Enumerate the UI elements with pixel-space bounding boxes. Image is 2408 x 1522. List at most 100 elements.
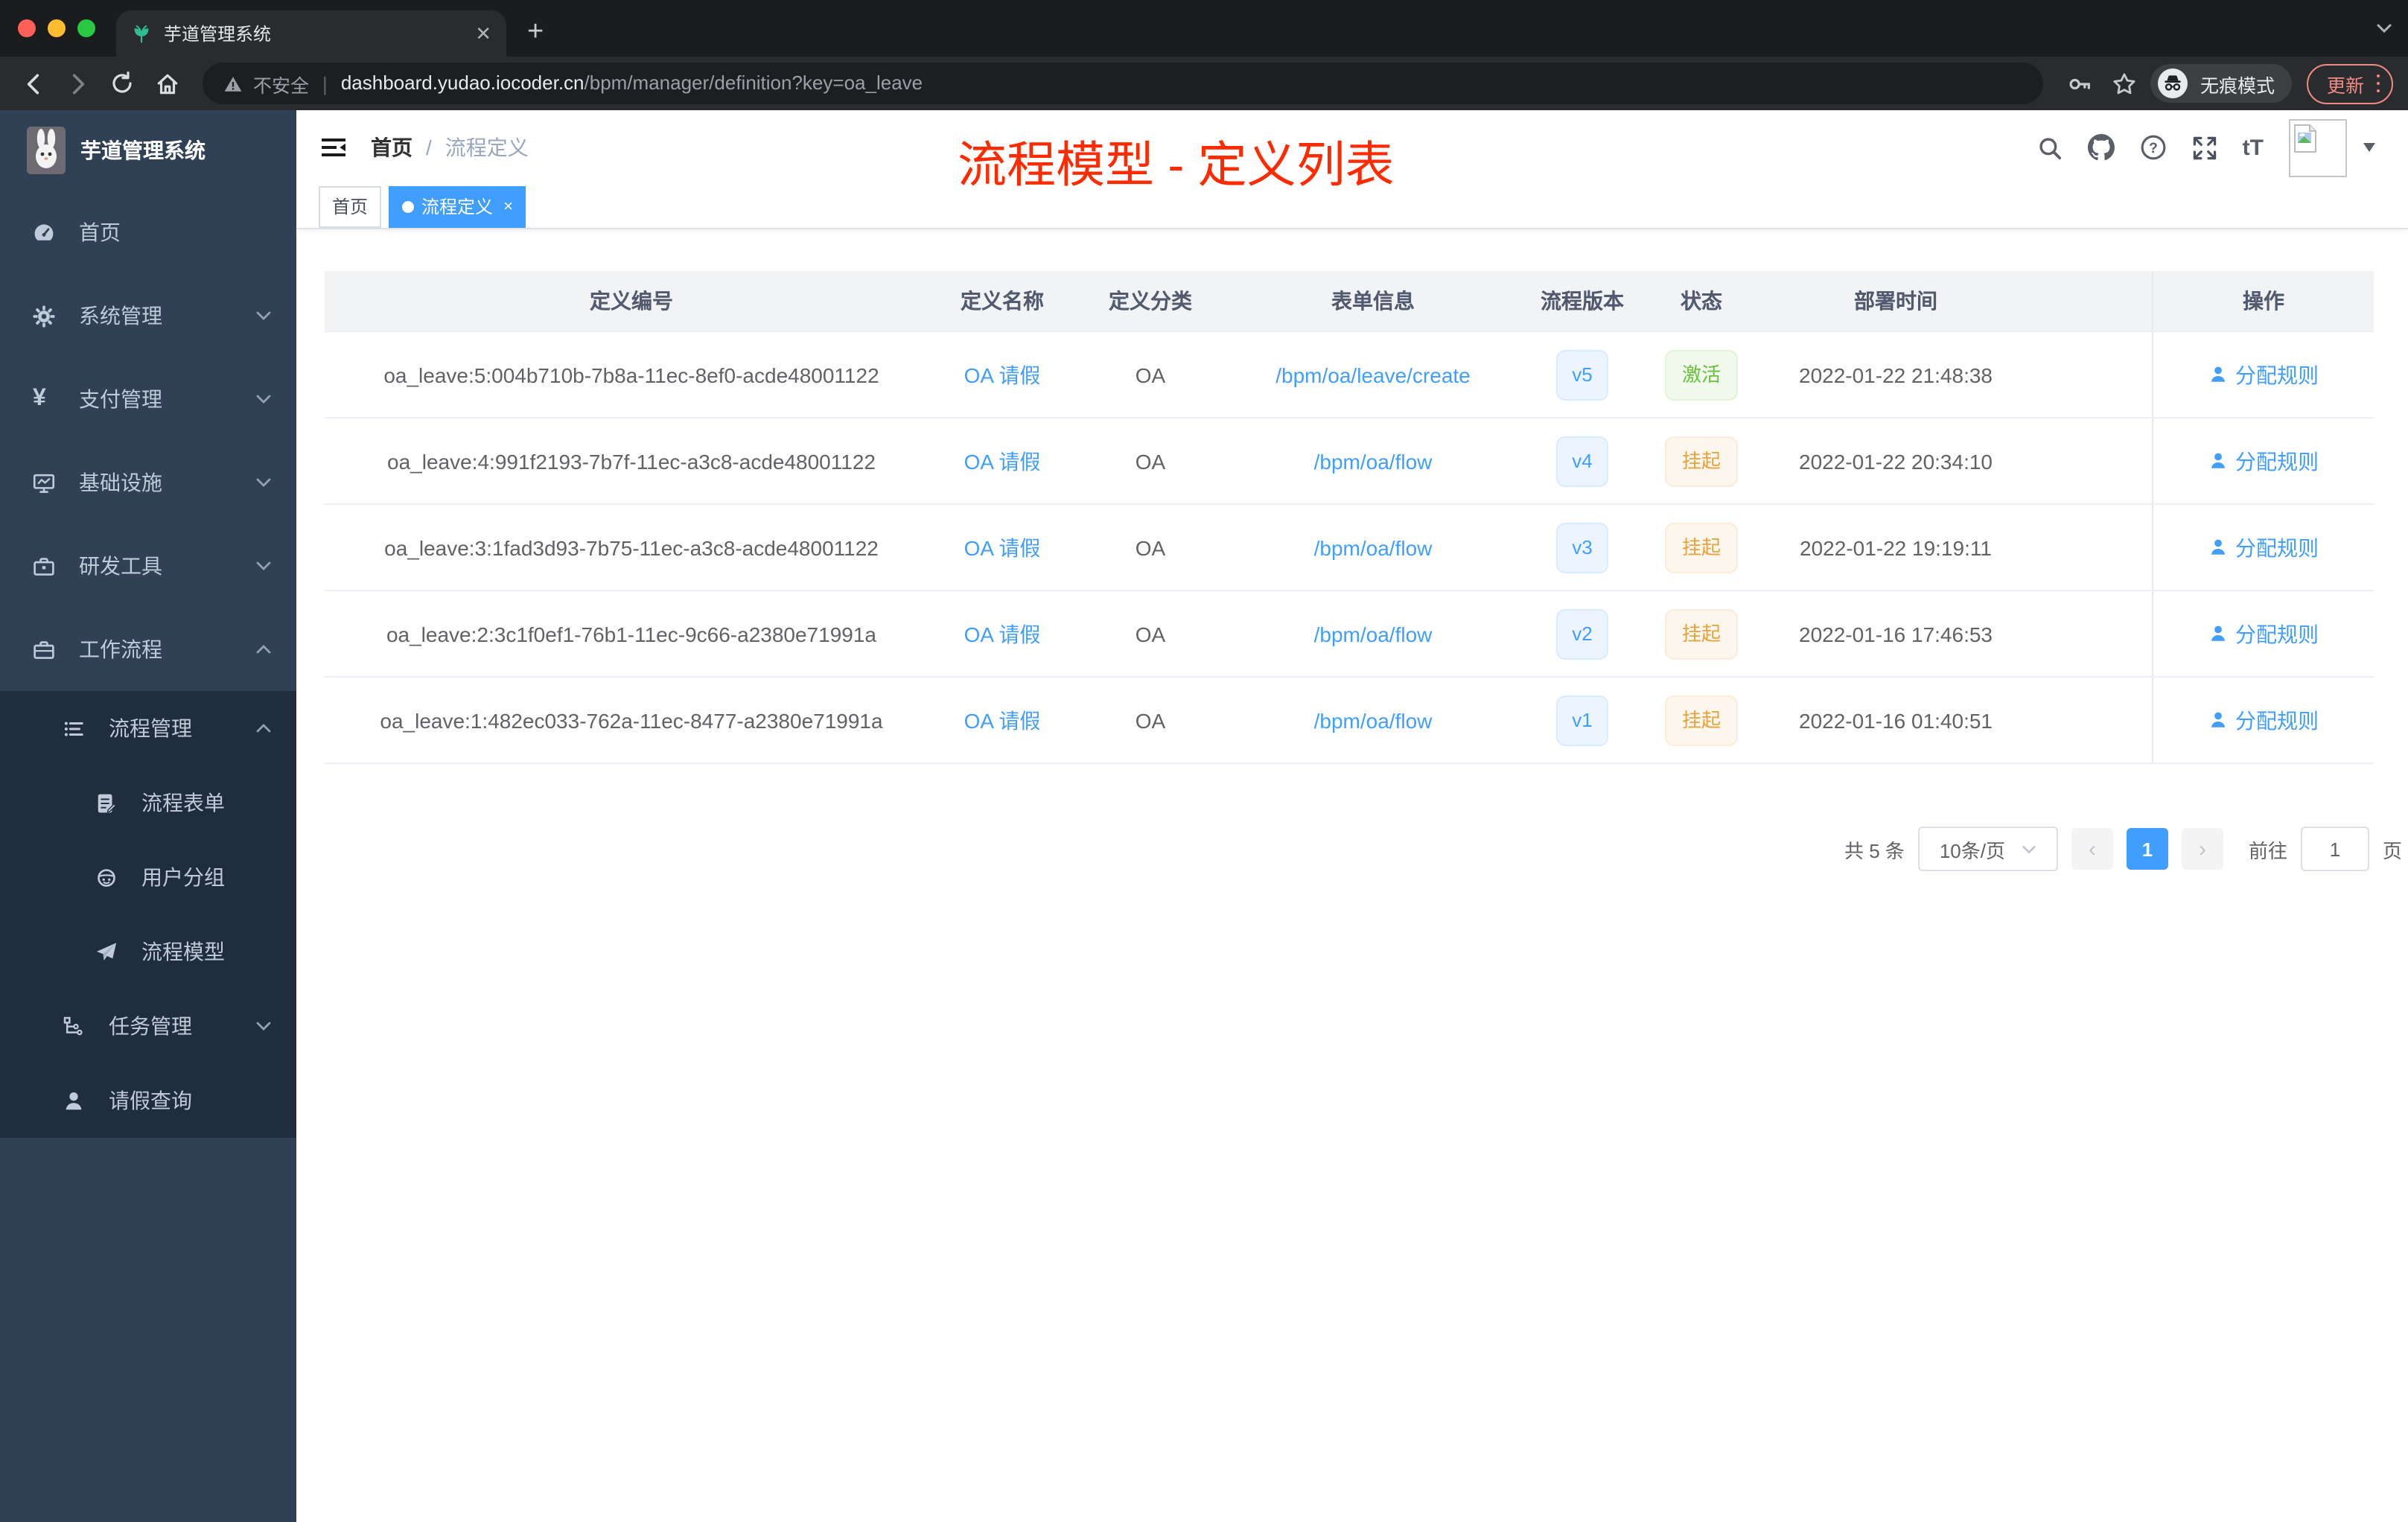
sidebar-item-workflow[interactable]: 工作流程 (0, 608, 296, 691)
assign-rule-label: 分配规则 (2235, 622, 2319, 646)
chevron-down-icon (255, 557, 273, 575)
deploy-time: 2022-01-22 19:19:11 (1800, 535, 1992, 559)
jump-page-input[interactable] (2300, 827, 2369, 871)
assign-rule-button[interactable]: 分配规则 (2208, 705, 2319, 735)
definition-category: OA (1135, 622, 1166, 646)
url-path: /bpm/manager/definition?key=oa_leave (584, 71, 923, 94)
tree-icon (63, 1016, 83, 1035)
sidebar-item-process-form[interactable]: 流程表单 (0, 765, 296, 840)
definition-name-link[interactable]: OA 请假 (964, 363, 1041, 386)
table-row: oa_leave:3:1fad3d93-7b75-11ec-a3c8-acde4… (325, 505, 2374, 591)
password-key-icon[interactable] (2062, 66, 2098, 101)
close-window-button[interactable] (18, 19, 36, 37)
url-text[interactable]: dashboard.yudao.iocoder.cn/bpm/manager/d… (341, 70, 923, 97)
sidebar-logo[interactable]: 芋道管理系统 (0, 110, 296, 191)
tag-home[interactable]: 首页 (319, 185, 382, 227)
browser-window: 芋道管理系统 ✕ + 不安全 | dashboard.yudao.iocoder… (0, 0, 2408, 1522)
definition-id: oa_leave:3:1fad3d93-7b75-11ec-a3c8-acde4… (384, 535, 879, 559)
page-size-select[interactable]: 10条/页 (1917, 827, 2058, 871)
assign-rule-button[interactable]: 分配规则 (2208, 619, 2319, 649)
form-link[interactable]: /bpm/oa/leave/create (1275, 363, 1471, 386)
incognito-badge[interactable]: 无痕模式 (2150, 64, 2293, 103)
definition-category: OA (1135, 449, 1166, 473)
security-label[interactable]: 不安全 (253, 69, 309, 98)
breadcrumb-home[interactable]: 首页 (371, 133, 413, 162)
not-secure-warning-icon[interactable] (223, 74, 243, 93)
sidebar-item-task-management[interactable]: 任务管理 (0, 989, 296, 1063)
prev-page-button[interactable]: ‹ (2071, 828, 2113, 870)
sidebar-item-label: 系统管理 (79, 304, 162, 328)
chevron-up-icon (255, 640, 273, 658)
assign-rule-button[interactable]: 分配规则 (2208, 446, 2319, 476)
incognito-label: 无痕模式 (2200, 75, 2275, 96)
browser-tab[interactable]: 芋道管理系统 ✕ (116, 10, 506, 57)
definition-id: oa_leave:4:991f2193-7b7f-11ec-a3c8-acde4… (387, 449, 876, 473)
version-badge: v3 (1555, 522, 1609, 573)
sidebar-item-leave-query[interactable]: 请假查询 (0, 1063, 296, 1138)
forward-button[interactable] (60, 66, 95, 101)
page-size-value: 10条/页 (1939, 839, 2005, 862)
sidebar-item-user-group[interactable]: 用户分组 (0, 840, 296, 914)
sidebar-item-process-management[interactable]: 流程管理 (0, 691, 296, 765)
tab-close-icon[interactable]: ✕ (475, 24, 491, 43)
search-icon[interactable] (2037, 135, 2063, 160)
definition-name-link[interactable]: OA 请假 (964, 535, 1041, 559)
sidebar-item-payment[interactable]: ¥ 支付管理 (0, 357, 296, 441)
assign-rule-button[interactable]: 分配规则 (2208, 360, 2319, 389)
monitor-icon (33, 473, 55, 492)
home-button[interactable] (149, 66, 185, 101)
form-link[interactable]: /bpm/oa/flow (1314, 535, 1433, 559)
workflow-submenu: 流程管理 流程表单 用户分组 流程模型 任务管理 请假查询 (0, 691, 296, 1138)
sidebar-item-process-model[interactable]: 流程模型 (0, 914, 296, 989)
definition-name-link[interactable]: OA 请假 (964, 449, 1041, 473)
tab-search-chevron-icon[interactable] (2375, 18, 2393, 45)
tag-close-icon[interactable]: × (503, 197, 513, 215)
new-tab-button[interactable]: + (527, 16, 544, 57)
definition-name-link[interactable]: OA 请假 (964, 622, 1041, 646)
browser-tabstrip: 芋道管理系统 ✕ + (0, 0, 2408, 57)
app-root: 芋道管理系统 首页 系统管理 ¥ 支付管理 基础设施 研发工具 工作流程 流程管… (0, 110, 2408, 1522)
column-header: 定义名称 (961, 289, 1044, 313)
back-button[interactable] (15, 66, 51, 101)
sidebar: 芋道管理系统 首页 系统管理 ¥ 支付管理 基础设施 研发工具 工作流程 流程管… (0, 110, 296, 1522)
help-icon[interactable]: ? (2140, 134, 2167, 161)
user-avatar-broken-image[interactable] (2289, 118, 2347, 176)
status-badge: 挂起 (1665, 522, 1737, 573)
page-number-1[interactable]: 1 (2126, 828, 2168, 870)
browser-menu-icon[interactable] (2376, 74, 2380, 93)
bookmark-star-icon[interactable] (2106, 66, 2142, 101)
fullscreen-icon[interactable] (2192, 135, 2217, 160)
tag-process-definition[interactable]: 流程定义 × (389, 185, 526, 227)
sidebar-item-home[interactable]: 首页 (0, 191, 296, 274)
chevron-down-icon (255, 474, 273, 491)
pagination-total: 共 5 条 (1844, 839, 1905, 862)
breadcrumb-current: 流程定义 (445, 136, 529, 159)
next-page-button[interactable]: › (2181, 828, 2223, 870)
tab-title: 芋道管理系统 (164, 24, 272, 45)
sidebar-item-label: 基础设施 (79, 471, 162, 494)
form-link[interactable]: /bpm/oa/flow (1314, 449, 1433, 473)
sidebar-item-system[interactable]: 系统管理 (0, 274, 296, 357)
reload-button[interactable] (104, 66, 140, 101)
zoom-window-button[interactable] (77, 19, 95, 37)
status-badge: 激活 (1665, 349, 1737, 400)
github-icon[interactable] (2087, 134, 2115, 161)
sidebar-item-label: 用户分组 (141, 865, 225, 889)
form-link[interactable]: /bpm/oa/flow (1314, 622, 1433, 646)
browser-update-button[interactable]: 更新 (2307, 63, 2393, 104)
update-label: 更新 (2326, 75, 2364, 96)
version-badge: v1 (1555, 695, 1609, 745)
sidebar-item-infrastructure[interactable]: 基础设施 (0, 441, 296, 524)
sidebar-collapse-button[interactable] (296, 136, 359, 159)
breadcrumb-separator: / (426, 136, 432, 159)
font-size-icon[interactable]: tT (2243, 135, 2264, 160)
address-bar[interactable]: 不安全 | dashboard.yudao.iocoder.cn/bpm/man… (203, 63, 2044, 104)
assign-rule-button[interactable]: 分配规则 (2208, 532, 2319, 562)
annotation-overlay-text: 流程模型 - 定义列表 (958, 137, 1395, 192)
sidebar-item-dev-tools[interactable]: 研发工具 (0, 524, 296, 608)
avatar-dropdown-caret-icon[interactable] (2363, 143, 2375, 152)
column-header: 定义分类 (1109, 289, 1192, 313)
form-link[interactable]: /bpm/oa/flow (1314, 708, 1433, 732)
definition-name-link[interactable]: OA 请假 (964, 708, 1041, 732)
minimize-window-button[interactable] (48, 19, 66, 37)
